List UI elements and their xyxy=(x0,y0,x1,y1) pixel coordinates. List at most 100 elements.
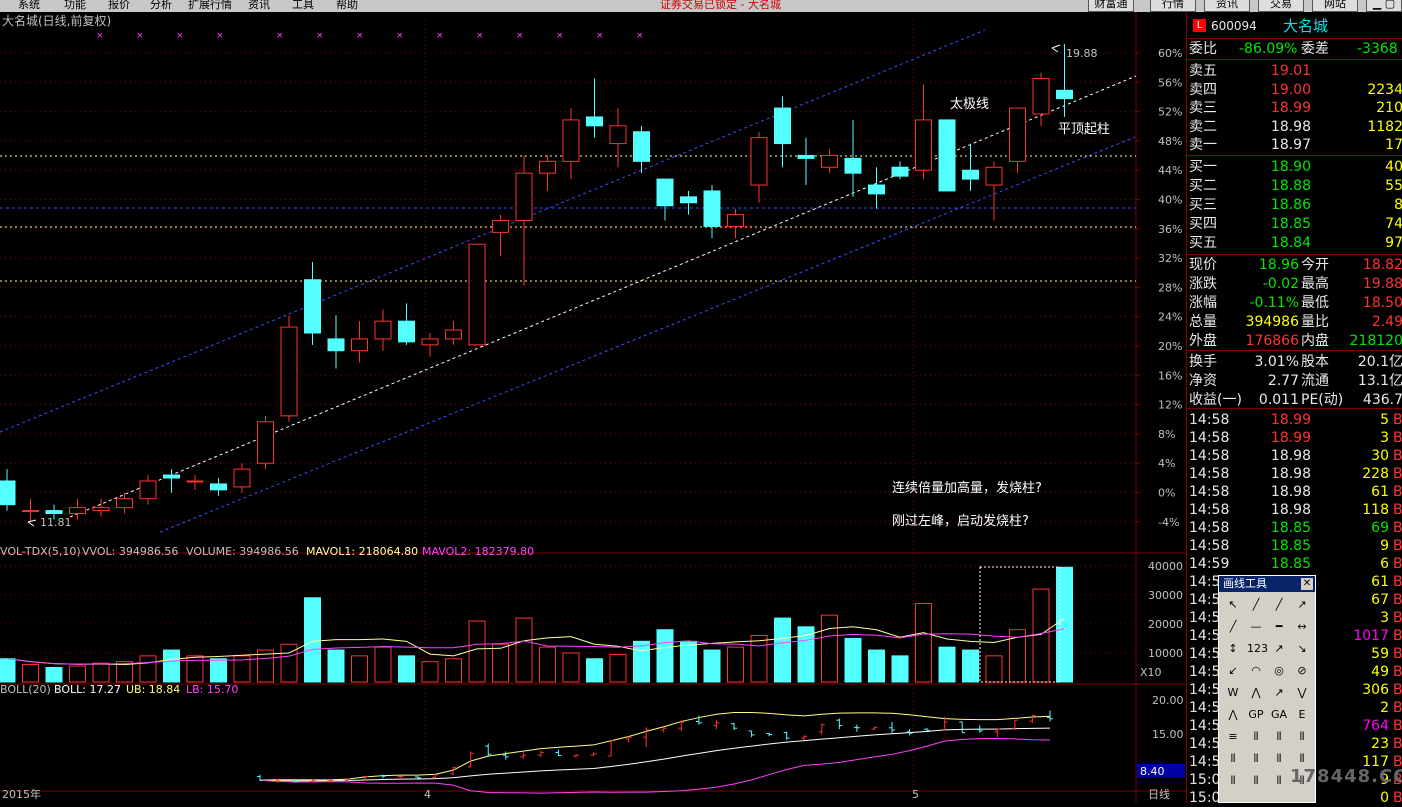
btn-caifutong[interactable]: 财富通 xyxy=(1088,0,1134,12)
drawing-tool-icon[interactable]: ⫴ xyxy=(1270,728,1288,746)
drawing-tool-icon[interactable]: ╱ xyxy=(1224,618,1242,636)
volume-bar[interactable] xyxy=(868,649,885,683)
candle[interactable] xyxy=(609,108,627,168)
candle[interactable] xyxy=(680,190,697,215)
candle[interactable] xyxy=(421,332,439,357)
candle[interactable] xyxy=(210,478,227,496)
volume-bar[interactable] xyxy=(844,637,862,683)
volume-bar[interactable] xyxy=(327,649,345,683)
chart-canvas[interactable]: × × × × × × × × × × × × × × 大名城(日线,前复权) 太极线 平顶起柱 19.8… xyxy=(0,12,1186,803)
candle[interactable] xyxy=(327,315,345,369)
drawing-tool-icon[interactable]: ⋀ xyxy=(1224,706,1242,724)
btn-trade[interactable]: 交易 xyxy=(1258,0,1304,12)
drawing-tool-icon[interactable]: ↔ xyxy=(1293,618,1311,636)
drawing-tool-icon[interactable]: ↘ xyxy=(1293,640,1311,658)
drawing-tool-icon[interactable]: ⋀ xyxy=(1247,684,1265,702)
drawing-tool-icon[interactable]: ◠ xyxy=(1247,662,1265,680)
volume-bar[interactable] xyxy=(0,658,16,683)
candle[interactable] xyxy=(633,125,650,174)
candle[interactable] xyxy=(750,131,768,203)
volume-bar[interactable] xyxy=(304,597,321,683)
btn-website[interactable]: 网站 xyxy=(1312,0,1358,12)
volume-bar[interactable] xyxy=(139,655,157,683)
volume-bar[interactable] xyxy=(962,649,979,683)
drawing-tool-icon[interactable]: ╱ xyxy=(1270,596,1288,614)
drawing-tool-icon[interactable]: ↗ xyxy=(1293,596,1311,614)
close-icon[interactable]: ✕ xyxy=(1301,578,1313,590)
window-controls[interactable]: ▁ ▢ ✕ xyxy=(1366,0,1402,12)
candle[interactable] xyxy=(92,498,110,517)
volume-bar[interactable] xyxy=(468,620,486,683)
candle[interactable] xyxy=(915,84,932,180)
menu-item-system[interactable]: 系统 xyxy=(18,0,40,12)
candle[interactable] xyxy=(351,321,368,363)
candle[interactable] xyxy=(938,119,956,192)
menu-item-extended[interactable]: 扩展行情 xyxy=(188,0,232,12)
drawing-tool-icon[interactable]: GA xyxy=(1270,706,1288,724)
volume-bar[interactable] xyxy=(727,646,744,683)
drawing-tool-icon[interactable]: ⋁ xyxy=(1293,684,1311,702)
candle[interactable] xyxy=(468,243,486,346)
period-label[interactable]: 日线 xyxy=(1148,787,1170,801)
volume-bar[interactable] xyxy=(915,603,932,683)
volume-bar[interactable] xyxy=(680,640,697,683)
drawing-tool-icon[interactable]: ↕ xyxy=(1224,640,1242,658)
candle[interactable] xyxy=(515,155,533,286)
menu-item-info[interactable]: 资讯 xyxy=(248,0,270,12)
drawing-tool-icon[interactable]: 123 xyxy=(1247,640,1268,658)
candle[interactable] xyxy=(797,137,815,186)
candle[interactable] xyxy=(844,119,862,197)
candle[interactable] xyxy=(774,96,791,168)
volume-bar[interactable] xyxy=(515,617,533,683)
candle[interactable] xyxy=(139,475,157,505)
candle[interactable] xyxy=(22,498,39,522)
candle[interactable] xyxy=(445,321,462,345)
volume-bar[interactable] xyxy=(633,640,650,683)
drawing-tool-icon[interactable]: ━ xyxy=(1270,618,1288,636)
volume-bar[interactable] xyxy=(938,646,956,683)
drawing-tool-icon[interactable]: — xyxy=(1247,618,1265,636)
candle[interactable] xyxy=(539,155,556,191)
menu-item-tools[interactable]: 工具 xyxy=(292,0,314,12)
drawing-tool-icon[interactable]: ⫴ xyxy=(1247,728,1265,746)
candle[interactable] xyxy=(186,475,204,490)
volume-bar[interactable] xyxy=(421,661,439,683)
candle[interactable] xyxy=(821,149,838,174)
candle[interactable] xyxy=(304,261,321,345)
volume-bar[interactable] xyxy=(656,629,674,683)
drawing-tool-icon[interactable]: ◎ xyxy=(1270,662,1288,680)
menu-item-analysis[interactable]: 分析 xyxy=(150,0,172,12)
menu-item-quote[interactable]: 报价 xyxy=(108,0,130,12)
menu-item-help[interactable]: 帮助 xyxy=(336,0,358,12)
volume-bar[interactable] xyxy=(586,658,603,683)
volume-bar[interactable] xyxy=(562,652,580,683)
drawing-tool-icon[interactable]: E xyxy=(1293,706,1311,724)
volume-bar[interactable] xyxy=(750,635,768,683)
drawing-tool-icon[interactable]: ≡ xyxy=(1224,728,1242,746)
volume-bar[interactable] xyxy=(92,662,110,683)
candle[interactable] xyxy=(727,208,744,239)
drawing-tool-icon[interactable]: ⫴ xyxy=(1224,772,1242,790)
menu-item-function[interactable]: 功能 xyxy=(64,0,86,12)
candle[interactable] xyxy=(1009,107,1026,174)
volume-bar[interactable] xyxy=(374,646,392,683)
candle[interactable] xyxy=(280,315,298,422)
candle[interactable] xyxy=(233,463,251,493)
volume-bar[interactable] xyxy=(163,649,180,683)
volume-bar[interactable] xyxy=(351,655,368,683)
drawing-tool-icon[interactable]: ⫴ xyxy=(1247,750,1265,768)
drawing-tool-icon[interactable]: W xyxy=(1224,684,1242,702)
volume-bar[interactable] xyxy=(821,614,838,683)
candle[interactable] xyxy=(0,469,16,511)
drawing-tool-icon[interactable]: ↗ xyxy=(1270,640,1288,658)
drawing-tool-icon[interactable]: ╱ xyxy=(1247,596,1265,614)
candle[interactable] xyxy=(868,167,885,209)
volume-bar[interactable] xyxy=(1056,566,1073,683)
candle[interactable] xyxy=(257,415,274,470)
volume-bar[interactable] xyxy=(774,617,791,683)
btn-info[interactable]: 资讯 xyxy=(1204,0,1250,12)
volume-bar[interactable] xyxy=(539,646,556,683)
drawing-tool-icon[interactable]: ⫴ xyxy=(1293,728,1311,746)
candle[interactable] xyxy=(374,309,392,351)
candle[interactable] xyxy=(116,492,133,514)
